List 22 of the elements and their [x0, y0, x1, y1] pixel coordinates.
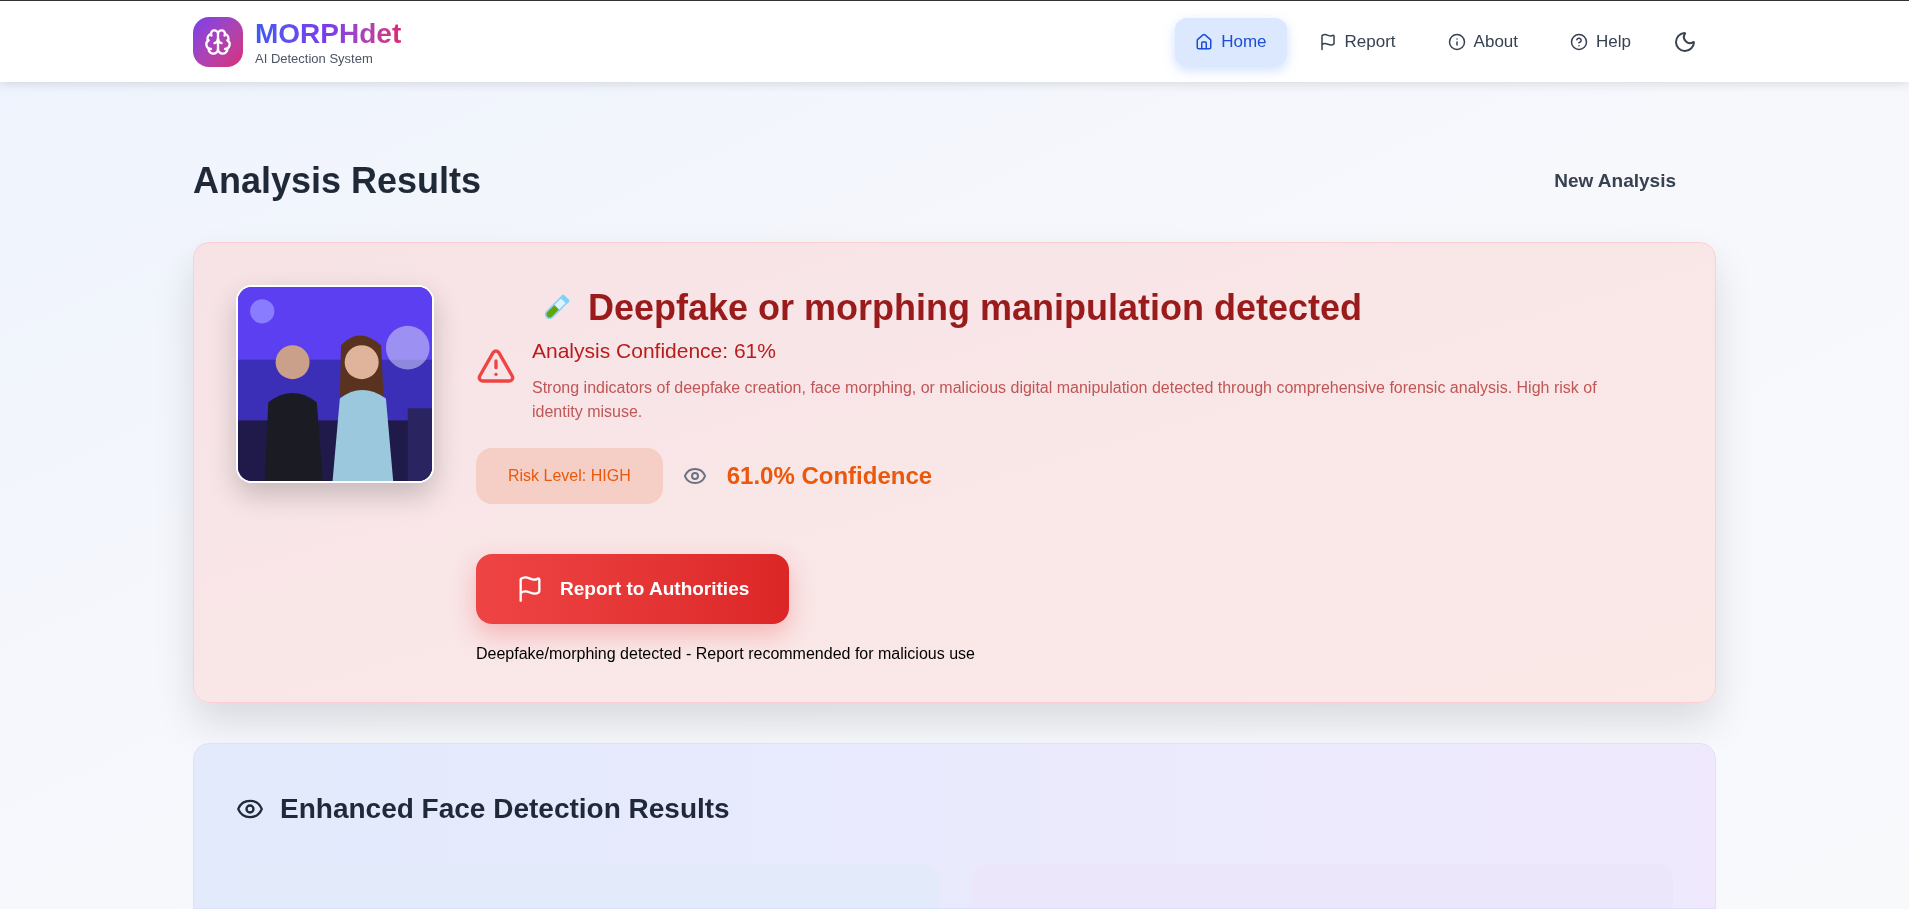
help-icon — [1570, 32, 1589, 51]
result-description: Strong indicators of deepfake creation, face morphing, or malicious digital manipulation detected through comprehensive forensic analysis. High risk of identity misuse. — [532, 378, 1598, 423]
report-button[interactable]: Report to Authorities — [476, 554, 790, 625]
nav-tab[interactable]: Home — [1175, 17, 1287, 66]
brand-tagline: AI Detection System — [255, 52, 374, 65]
section-title: Enhanced Face Detection Results — [280, 792, 730, 827]
home-icon — [1195, 32, 1214, 51]
nav-tab[interactable]: About — [1427, 17, 1539, 66]
new-analysis-button[interactable]: New Analysis — [1538, 158, 1692, 204]
brain-logo-icon — [193, 16, 243, 67]
nav-tab[interactable]: Help — [1550, 17, 1651, 66]
report-note: Deepfake/morphing detected - Report recommended for malicious use — [476, 644, 976, 665]
confidence-label: Analysis Confidence: 61% — [532, 338, 777, 364]
nav-tab[interactable]: Report — [1298, 17, 1416, 66]
flag-icon — [1318, 32, 1337, 51]
info-icon — [1447, 32, 1466, 51]
risk-level-badge: Risk Level: HIGH — [476, 448, 663, 505]
confidence-value: 61.0% Confidence — [726, 461, 933, 492]
verdict-title: Deepfake or morphing manipulation detected — [588, 286, 1363, 330]
moon-icon — [1673, 29, 1697, 54]
warning-icon — [476, 346, 516, 386]
page-title: Analysis Results — [193, 159, 482, 203]
